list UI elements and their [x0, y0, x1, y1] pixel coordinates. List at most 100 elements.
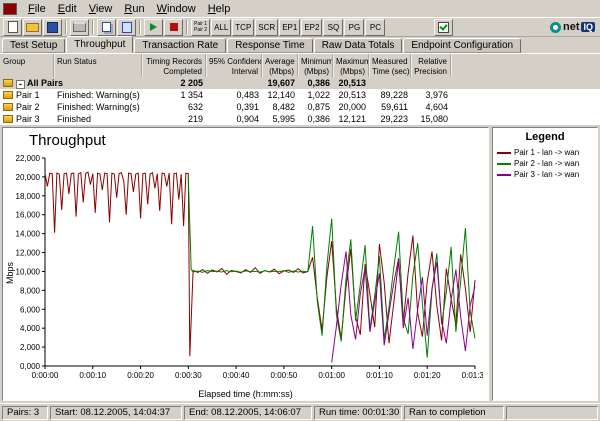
menu-item-run[interactable]: Run — [118, 2, 150, 16]
toolbar-separator — [92, 20, 94, 34]
y-tick-label: 10,000 — [16, 267, 41, 276]
tab-response-time[interactable]: Response Time — [227, 38, 312, 53]
column-header-group[interactable]: Group — [0, 54, 54, 78]
protocol-button-ep1[interactable]: EP1 — [279, 19, 300, 36]
toolbar-separator — [186, 20, 188, 34]
column-header-maximum[interactable]: Maximum(Mbps) — [333, 54, 369, 78]
copy-button[interactable] — [97, 19, 116, 36]
menu-item-view[interactable]: View — [83, 2, 119, 16]
measured-time-cell: 59,611 — [369, 101, 411, 113]
legend-swatch — [497, 152, 511, 154]
menu-item-edit[interactable]: Edit — [52, 2, 83, 16]
x-tick-label: 0:00:30 — [175, 371, 202, 380]
tree-expander-icon[interactable]: - — [16, 80, 25, 89]
table-row-pair-2[interactable]: Pair 2Finished: Warning(s)6320,3918,4820… — [0, 101, 600, 113]
timing-records-cell: 1 354 — [142, 89, 206, 101]
netiq-logo: net IQ — [550, 21, 595, 33]
pair-icon — [3, 115, 13, 123]
open-folder-icon — [26, 23, 39, 32]
column-header-relative[interactable]: RelativePrecision — [411, 54, 451, 78]
tab-endpoint-configuration[interactable]: Endpoint Configuration — [403, 38, 521, 53]
status-segment-run-time: Run time: 00:01:30 — [314, 406, 402, 420]
protocol-button-scr[interactable]: SCR — [255, 19, 278, 36]
minimum-cell: 0,386 — [298, 113, 333, 125]
y-tick-label: 6,000 — [20, 305, 41, 314]
toolbar: Pair 1 Pair 2 ALLTCPSCREP1EP2SQPGPC net … — [0, 17, 600, 37]
maximum-cell: 12,121 — [333, 113, 369, 125]
measured-time-cell — [369, 77, 411, 89]
tab-transaction-rate[interactable]: Transaction Rate — [134, 38, 226, 53]
tab-throughput[interactable]: Throughput — [66, 36, 133, 53]
protocol-button-pc[interactable]: PC — [365, 19, 385, 36]
legend-label: Pair 2 - lan -> wan — [514, 159, 579, 168]
protocol-button-sq[interactable]: SQ — [323, 19, 343, 36]
legend-item: Pair 3 - lan -> wan — [493, 169, 597, 180]
open-test-button[interactable] — [23, 19, 42, 36]
x-tick-label: 0:00:50 — [271, 371, 298, 380]
tab-raw-data-totals[interactable]: Raw Data Totals — [314, 38, 403, 53]
menu-item-file[interactable]: File — [22, 2, 52, 16]
legend-swatch — [497, 163, 511, 165]
timing-records-cell: 2 205 — [142, 77, 206, 89]
paste-button[interactable] — [117, 19, 136, 36]
save-icon — [47, 22, 58, 33]
table-row-pair-3[interactable]: Pair 3Finished2190,9045,9950,38612,12129… — [0, 113, 600, 125]
protocol-button-ep2[interactable]: EP2 — [301, 19, 322, 36]
toolbar-separator — [139, 20, 141, 34]
new-test-button[interactable] — [3, 19, 22, 36]
app-icon[interactable] — [3, 3, 17, 15]
y-tick-label: 8,000 — [20, 286, 41, 295]
tab-test-setup[interactable]: Test Setup — [2, 38, 65, 53]
column-header-timing-records[interactable]: Timing RecordsCompleted — [142, 54, 206, 78]
series-line-pair-3 — [332, 251, 475, 362]
legend-title: Legend — [493, 128, 597, 147]
run-status-cell: Finished: Warning(s) — [54, 89, 142, 101]
protocol-button-all[interactable]: ALL — [211, 19, 231, 36]
column-header-95-confidence[interactable]: 95% ConfidenceInterval — [206, 54, 262, 78]
toolbar-separator — [65, 20, 67, 34]
minimum-cell: 0,386 — [298, 77, 333, 89]
run-test-button[interactable] — [144, 19, 163, 36]
column-header-average[interactable]: Average(Mbps) — [262, 54, 298, 78]
save-test-button[interactable] — [43, 19, 62, 36]
precision-cell: 4,604 — [411, 101, 451, 113]
run-status-cell — [54, 77, 142, 89]
run-status-cell: Finished: Warning(s) — [54, 101, 142, 113]
y-tick-label: 22,000 — [16, 154, 41, 163]
menu-item-window[interactable]: Window — [151, 2, 202, 16]
menu-bar: FileEditViewRunWindowHelp — [0, 0, 600, 18]
stop-test-button[interactable] — [164, 19, 183, 36]
netiq-ring-icon — [550, 22, 561, 33]
print-button[interactable] — [70, 19, 89, 36]
legend-label: Pair 1 - lan -> wan — [514, 148, 579, 157]
table-body: -All Pairs2 20519,6070,38620,513Pair 1Fi… — [0, 77, 600, 125]
x-tick-label: 0:01:30 — [462, 371, 483, 380]
legend-label: Pair 3 - lan -> wan — [514, 170, 579, 179]
table-row-all-pairs[interactable]: -All Pairs2 20519,6070,38620,513 — [0, 77, 600, 89]
x-tick-label: 0:00:40 — [223, 371, 250, 380]
y-tick-label: 0,000 — [20, 362, 41, 371]
x-tick-label: 0:00:20 — [127, 371, 154, 380]
pair-names-button[interactable]: Pair 1 Pair 2 — [191, 19, 210, 36]
y-tick-label: 2,000 — [20, 343, 41, 352]
legend-swatch — [497, 174, 511, 176]
protocol-button-tcp[interactable]: TCP — [232, 19, 254, 36]
precision-cell: 15,080 — [411, 113, 451, 125]
column-header-measured[interactable]: MeasuredTime (sec) — [369, 54, 411, 78]
table-row-pair-1[interactable]: Pair 1Finished: Warning(s)1 3540,48312,1… — [0, 89, 600, 101]
maximum-cell: 20,513 — [333, 89, 369, 101]
menu-item-help[interactable]: Help — [202, 2, 237, 16]
average-cell: 5,995 — [262, 113, 298, 125]
column-header-minimum[interactable]: Minimum(Mbps) — [298, 54, 333, 78]
column-header-run-status[interactable]: Run Status — [54, 54, 142, 78]
x-tick-label: 0:00:00 — [32, 371, 59, 380]
protocol-button-pg[interactable]: PG — [344, 19, 364, 36]
printer-icon — [73, 22, 86, 32]
status-segment-start-time: Start: 08.12.2005, 14:04:37 — [50, 406, 182, 420]
tab-bar: Test SetupThroughputTransaction RateResp… — [0, 37, 600, 53]
validate-button[interactable] — [434, 19, 453, 36]
y-tick-label: 14,000 — [16, 230, 41, 239]
chart-title: Throughput — [29, 132, 106, 149]
throughput-chart-svg: 0,0002,0004,0006,0008,00010,00012,00014,… — [5, 154, 483, 384]
pair-icon — [3, 103, 13, 111]
